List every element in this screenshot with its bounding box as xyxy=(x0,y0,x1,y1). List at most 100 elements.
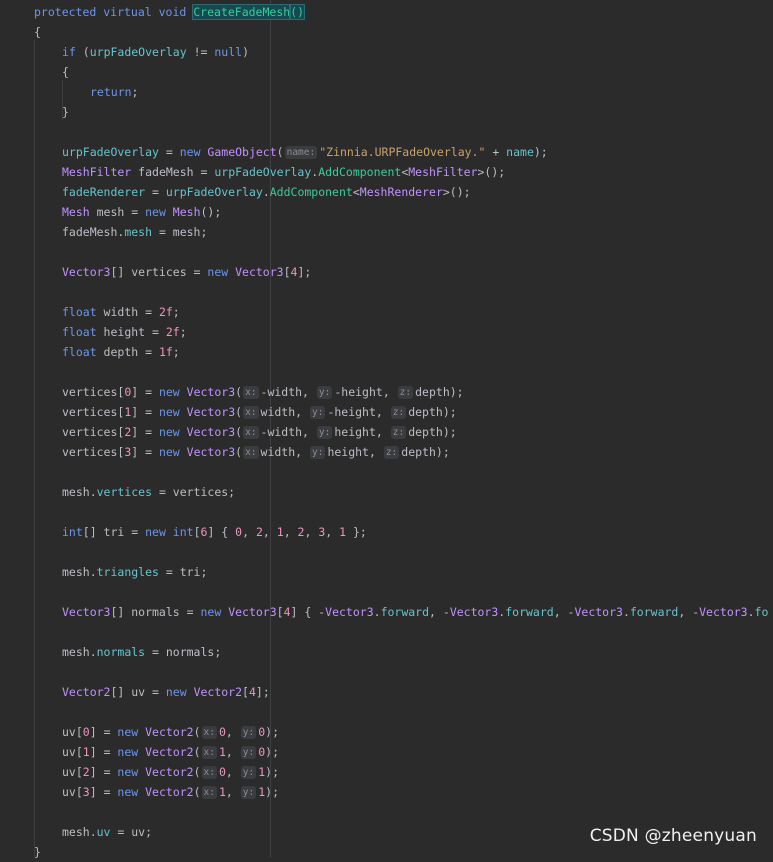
code-line[interactable]: int[] tri = new int[6] { 0, 2, 1, 2, 3, … xyxy=(62,522,367,542)
code-token: = mesh; xyxy=(152,225,208,239)
code-token: , xyxy=(225,785,240,799)
code-token: new xyxy=(117,745,146,759)
code-line[interactable]: vertices[3] = new Vector3(x: width, y: hei… xyxy=(62,442,450,462)
code-line[interactable]: protected virtual void CreateFadeMesh() xyxy=(34,2,306,22)
code-token: -width, xyxy=(260,385,316,399)
code-token: , xyxy=(225,745,240,759)
code-token: new xyxy=(165,685,194,699)
code-line[interactable]: fadeRenderer = urpFadeOverlay.AddCompone… xyxy=(62,182,471,202)
highlighted-method-name: CreateFadeMesh xyxy=(192,4,292,20)
code-line[interactable]: float depth = 1f; xyxy=(62,342,180,362)
code-line[interactable]: uv[2] = new Vector2(x: 0, y: 1); xyxy=(62,762,279,782)
code-token: uv xyxy=(96,825,111,839)
code-token: forward xyxy=(505,605,554,619)
code-line[interactable]: Mesh mesh = new Mesh(); xyxy=(62,202,221,222)
code-token: = uv; xyxy=(110,825,153,839)
code-line[interactable]: uv[0] = new Vector2(x: 0, y: 0); xyxy=(62,722,279,742)
code-token: 2 xyxy=(82,765,90,779)
code-token: , xyxy=(262,525,277,539)
parameter-hint: z: xyxy=(390,406,407,419)
code-line[interactable]: uv[1] = new Vector2(x: 1, y: 0); xyxy=(62,742,279,762)
code-token: triangles xyxy=(96,565,159,579)
code-token: 2f xyxy=(158,305,173,319)
code-token: [ xyxy=(283,265,291,279)
code-line[interactable]: mesh.vertices = vertices; xyxy=(62,482,235,502)
code-token: -height, xyxy=(334,385,397,399)
code-token: new xyxy=(117,765,146,779)
code-token: Vector2 xyxy=(193,685,243,699)
code-token: [] uv = xyxy=(110,685,166,699)
code-token: Vector2 xyxy=(145,745,194,759)
code-token: protected virtual void xyxy=(34,5,194,19)
code-line[interactable]: urpFadeOverlay = new GameObject(name: "Zi… xyxy=(62,142,548,162)
code-editor[interactable]: protected virtual void CreateFadeMesh(){… xyxy=(0,0,773,859)
code-line[interactable]: } xyxy=(34,842,41,862)
code-token: ; xyxy=(172,305,180,319)
code-line[interactable]: fadeMesh.mesh = mesh; xyxy=(62,222,207,242)
highlighted-method-name: () xyxy=(289,4,306,20)
code-line[interactable]: { xyxy=(34,22,41,42)
code-token: Vector3 xyxy=(574,605,623,619)
code-token: 2 xyxy=(255,525,263,539)
code-token: GameObject xyxy=(207,145,277,159)
code-token: depth = xyxy=(96,345,159,359)
code-token: Mesh xyxy=(62,205,90,219)
code-line[interactable]: Vector3[] normals = new Vector3[4] { -Ve… xyxy=(62,602,768,622)
code-line[interactable]: if (urpFadeOverlay != null) xyxy=(62,42,249,62)
code-token: ( xyxy=(276,145,284,159)
code-line[interactable]: uv[3] = new Vector2(x: 1, y: 1); xyxy=(62,782,279,802)
parameter-hint: y: xyxy=(240,786,257,799)
code-token: height, xyxy=(327,445,383,459)
code-line[interactable]: float height = 2f; xyxy=(62,322,187,342)
code-token: , xyxy=(304,525,319,539)
code-token: , xyxy=(242,525,256,539)
code-token: ); xyxy=(265,745,280,759)
code-line[interactable]: mesh.uv = uv; xyxy=(62,822,152,842)
code-token: urpFadeOverlay xyxy=(165,185,263,199)
code-token: float xyxy=(62,305,97,319)
code-token: }; xyxy=(346,525,367,539)
code-line[interactable]: return; xyxy=(90,82,138,102)
code-line[interactable]: Vector3[] vertices = new Vector3[4]; xyxy=(62,262,311,282)
indent-guide-outer xyxy=(34,40,35,857)
code-line[interactable]: { xyxy=(62,62,69,82)
code-token: = tri; xyxy=(158,565,208,579)
code-line[interactable]: vertices[1] = new Vector3(x: width, y: -he… xyxy=(62,402,457,422)
code-token: = vertices; xyxy=(152,485,236,499)
code-token: fadeMesh = xyxy=(131,165,215,179)
code-token: } xyxy=(62,105,69,119)
code-token: if xyxy=(62,45,83,59)
code-line[interactable]: vertices[0] = new Vector3(x: -width, y: -h… xyxy=(62,382,464,402)
code-token: ( xyxy=(193,725,201,739)
code-token: float xyxy=(62,325,97,339)
code-token: new xyxy=(117,785,146,799)
code-line[interactable]: MeshFilter fadeMesh = urpFadeOverlay.Add… xyxy=(62,162,505,182)
parameter-hint: x: xyxy=(243,446,259,459)
parameter-hint: y: xyxy=(316,426,333,439)
code-token: fadeMesh. xyxy=(62,225,125,239)
code-line[interactable]: } xyxy=(62,102,69,122)
code-line[interactable]: vertices[2] = new Vector3(x: -width, y: he… xyxy=(62,422,457,442)
code-token: ) xyxy=(242,45,249,59)
code-token: uv[ xyxy=(62,765,83,779)
code-line[interactable]: mesh.normals = normals; xyxy=(62,642,221,662)
code-token: ] = xyxy=(89,725,118,739)
code-token: { xyxy=(34,25,41,39)
code-line[interactable]: float width = 2f; xyxy=(62,302,180,322)
code-token: != xyxy=(186,45,215,59)
code-line[interactable]: mesh.triangles = tri; xyxy=(62,562,207,582)
code-token: >(); xyxy=(442,185,471,199)
code-token: ); xyxy=(265,785,280,799)
code-line[interactable]: Vector2[] uv = new Vector2[4]; xyxy=(62,682,270,702)
code-token: , - xyxy=(429,605,450,619)
parameter-hint: y: xyxy=(316,386,333,399)
code-token: vertices[ xyxy=(62,385,125,399)
code-token: [] normals = xyxy=(110,605,201,619)
parameter-hint: y: xyxy=(240,746,257,759)
code-token: mesh. xyxy=(62,645,97,659)
code-token: normals xyxy=(96,645,146,659)
code-token: [ xyxy=(193,525,201,539)
code-token: new xyxy=(158,425,187,439)
code-token: Vector3 xyxy=(186,445,236,459)
code-token: [] vertices = xyxy=(110,265,208,279)
